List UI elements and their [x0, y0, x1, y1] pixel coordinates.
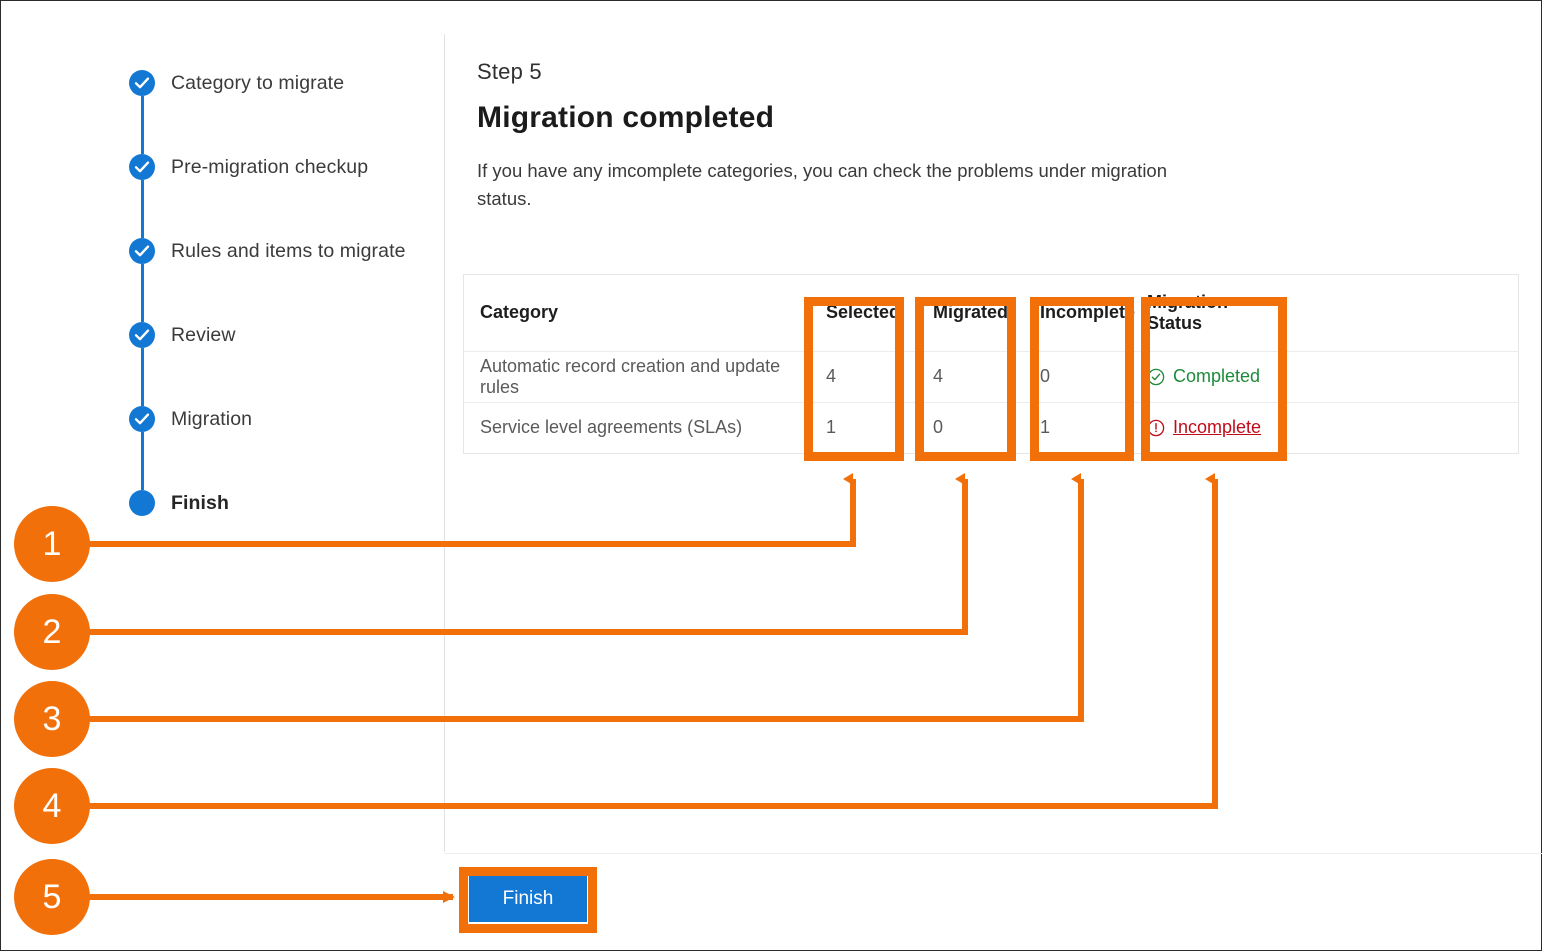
sidebar-item-label: Review — [171, 323, 236, 346]
cell-category: Automatic record creation and update rul… — [464, 351, 810, 403]
sidebar-item-category-to-migrate[interactable]: Category to migrate — [129, 41, 439, 154]
sidebar-item-label: Migration — [171, 407, 253, 430]
sidebar-item-rules-and-items-to-migrate[interactable]: Rules and items to migrate — [129, 209, 439, 322]
callout-badge-2: 2 — [14, 594, 90, 670]
sidebar-item-label: Rules and items to migrate — [171, 239, 406, 262]
exclamation-circle-outline-icon — [1147, 419, 1165, 437]
sidebar-item-label: Category to migrate — [171, 71, 345, 94]
wizard-step-list: Category to migrate Pre-migration checku… — [129, 41, 439, 545]
check-circle-icon — [129, 406, 155, 432]
cell-spacer — [1281, 402, 1518, 453]
step-connector-line — [141, 348, 144, 406]
sidebar-item-migration[interactable]: Migration — [129, 377, 439, 490]
table-row: Automatic record creation and update rul… — [464, 351, 1518, 403]
cell-category: Service level agreements (SLAs) — [480, 417, 743, 438]
page-title: Migration completed — [477, 101, 775, 134]
cell-migration-status: Completed — [1131, 351, 1281, 403]
footer-separator — [444, 853, 1542, 854]
check-circle-icon — [129, 238, 155, 264]
cell-selected: 4 — [810, 351, 917, 403]
panel-divider — [444, 34, 445, 852]
step-indicator: Step 5 — [477, 59, 542, 84]
callout-badge-5: 5 — [14, 859, 90, 935]
finish-button[interactable]: Finish — [469, 876, 587, 922]
screenshot-root: Category to migrate Pre-migration checku… — [0, 0, 1542, 951]
cell-incomplete: 0 — [1024, 351, 1131, 403]
check-circle-icon — [129, 70, 155, 96]
step-connector-line — [141, 180, 144, 238]
column-header-selected: Selected — [810, 275, 917, 352]
check-circle-icon — [129, 322, 155, 348]
callout-badge-4: 4 — [14, 768, 90, 844]
step-connector-line — [141, 96, 144, 154]
sidebar-item-label: Finish — [171, 491, 230, 514]
migration-results-table: Category Selected Migrated Incomplete Mi… — [463, 274, 1519, 454]
cell-migration-status: Incomplete — [1131, 402, 1281, 453]
step-connector-line — [141, 432, 144, 490]
step-marker — [129, 406, 155, 490]
step-marker — [129, 238, 155, 322]
filled-dot-icon — [129, 490, 155, 516]
cell-selected: 1 — [826, 417, 837, 438]
callout-badge-3: 3 — [14, 681, 90, 757]
step-marker — [129, 322, 155, 406]
column-header-category: Category — [464, 275, 810, 352]
column-header-incomplete: Incomplete — [1024, 275, 1135, 352]
step-marker — [129, 70, 155, 154]
cell-incomplete: 1 — [1040, 417, 1051, 438]
cell-spacer — [1281, 351, 1518, 403]
step-marker — [129, 154, 155, 238]
callout-badge-1: 1 — [14, 506, 90, 582]
check-circle-outline-icon — [1147, 368, 1165, 386]
table-header-row: Category Selected Migrated Incomplete Mi… — [464, 275, 1518, 352]
cell-migrated: 4 — [917, 351, 1024, 403]
main-content: Step 5 Migration completed If you have a… — [477, 59, 1517, 213]
column-header-migrated: Migrated — [917, 275, 1024, 352]
page-description: If you have any imcomplete categories, y… — [477, 160, 1168, 209]
table-row: Service level agreements (SLAs) 1 0 1 In… — [464, 402, 1518, 453]
column-header-migration-status: Migration Status — [1131, 275, 1281, 352]
sidebar-item-label: Pre-migration checkup — [171, 155, 369, 178]
column-header-spacer — [1281, 275, 1518, 352]
sidebar-item-pre-migration-checkup[interactable]: Pre-migration checkup — [129, 125, 439, 238]
status-badge: Completed — [1173, 366, 1261, 386]
sidebar-item-finish[interactable]: Finish — [129, 461, 439, 545]
check-circle-icon — [129, 154, 155, 180]
step-marker — [129, 490, 155, 516]
sidebar-item-review[interactable]: Review — [129, 293, 439, 406]
step-connector-line — [141, 264, 144, 322]
incomplete-status-link[interactable]: Incomplete — [1173, 417, 1261, 438]
cell-migrated: 0 — [933, 417, 944, 438]
